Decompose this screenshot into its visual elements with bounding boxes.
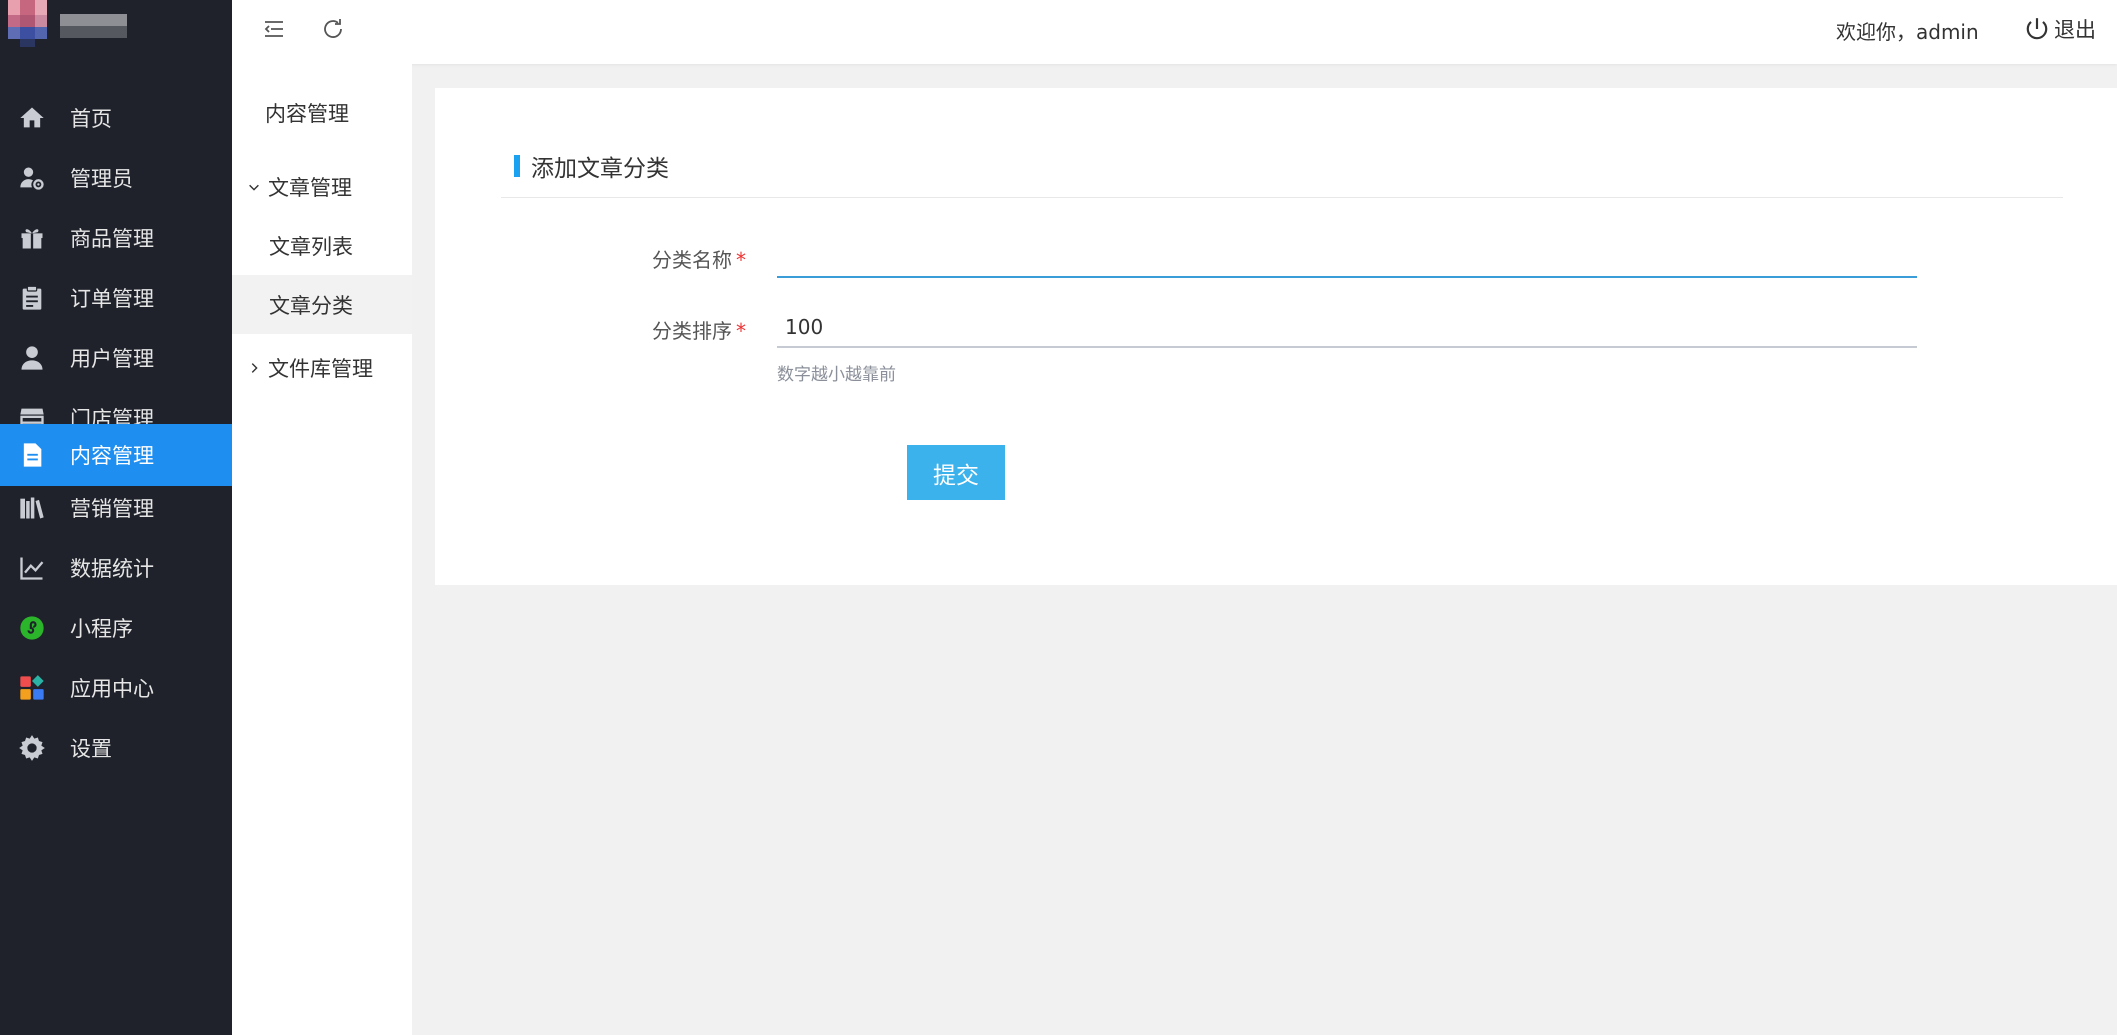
apps-icon xyxy=(17,673,47,703)
submenu-group-article[interactable]: 文章管理 xyxy=(246,172,352,202)
category-sort-label: 分类排序 * xyxy=(652,315,746,344)
title-accent-bar xyxy=(514,155,520,177)
sidebar-item-label: 订单管理 xyxy=(70,287,154,311)
sort-hint: 数字越小越靠前 xyxy=(777,365,896,385)
category-name-label: 分类名称 * xyxy=(652,244,746,273)
mini-program-icon xyxy=(17,613,47,643)
sidebar-item-orders[interactable]: 订单管理 xyxy=(0,267,232,329)
sidebar-item-label: 内容管理 xyxy=(70,444,154,468)
submenu-title: 内容管理 xyxy=(265,102,349,126)
required-mark: * xyxy=(736,248,746,272)
submit-button[interactable]: 提交 xyxy=(907,445,1005,500)
logo xyxy=(0,0,232,70)
document-icon xyxy=(17,440,47,470)
gear-icon xyxy=(17,733,47,763)
sidebar-item-label: 管理员 xyxy=(70,167,133,191)
books-icon xyxy=(17,493,47,523)
chevron-down-icon xyxy=(246,179,262,195)
top-header: 欢迎你，admin 退出 xyxy=(232,0,2117,64)
category-sort-label-text: 分类排序 xyxy=(652,319,732,343)
form-title-text: 添加文章分类 xyxy=(531,156,669,182)
submenu-item-label: 文章分类 xyxy=(269,293,353,318)
content-submenu: 内容管理 文章管理 文章列表 文章分类 文件库管理 xyxy=(232,64,412,1035)
user-icon xyxy=(17,343,47,373)
sidebar-item-admin[interactable]: 管理员 xyxy=(0,147,232,209)
welcome-text: 欢迎你，admin xyxy=(1836,20,1979,44)
sidebar-item-label: 小程序 xyxy=(70,617,133,641)
gift-icon xyxy=(17,223,47,253)
submenu-item-article-category[interactable]: 文章分类 xyxy=(232,275,412,334)
sidebar-item-label: 首页 xyxy=(70,107,112,131)
category-name-input[interactable] xyxy=(777,238,1917,278)
line-chart-icon xyxy=(17,553,47,583)
sidebar-item-home[interactable]: 首页 xyxy=(0,87,232,149)
sidebar-item-label: 设置 xyxy=(70,737,112,761)
form-card: 添加文章分类 分类名称* 分类排序* 数字越小越靠前 提交 xyxy=(435,88,2117,585)
submenu-group-label: 文章管理 xyxy=(268,176,352,200)
sidebar-item-label: 应用中心 xyxy=(70,677,154,701)
submenu-group-file-library[interactable]: 文件库管理 xyxy=(246,353,373,383)
sidebar-item-settings[interactable]: 设置 xyxy=(0,717,232,779)
sidebar-item-users[interactable]: 用户管理 xyxy=(0,327,232,389)
sidebar-item-mini-program[interactable]: 小程序 xyxy=(0,597,232,659)
sidebar-item-label: 营销管理 xyxy=(70,497,154,521)
category-name-label-text: 分类名称 xyxy=(652,248,732,272)
sidebar-item-app-center[interactable]: 应用中心 xyxy=(0,657,232,719)
category-sort-input[interactable] xyxy=(777,308,1917,348)
clipboard-icon xyxy=(17,283,47,313)
sidebar-item-label: 商品管理 xyxy=(70,227,154,251)
sidebar-item-products[interactable]: 商品管理 xyxy=(0,207,232,269)
home-icon xyxy=(17,103,47,133)
submenu-item-label: 文章列表 xyxy=(269,234,353,259)
logout-button[interactable]: 退出 xyxy=(2024,14,2096,44)
divider xyxy=(501,197,2063,198)
form-title: 添加文章分类 xyxy=(514,149,669,183)
sidebar-item-label: 数据统计 xyxy=(70,557,154,581)
sidebar-item-marketing[interactable]: 营销管理 xyxy=(0,477,232,539)
power-icon xyxy=(2024,16,2054,42)
admin-user-gear-icon xyxy=(17,163,47,193)
collapse-menu-icon[interactable] xyxy=(259,14,289,44)
submenu-group-label: 文件库管理 xyxy=(268,357,373,381)
sidebar-item-statistics[interactable]: 数据统计 xyxy=(0,537,232,599)
refresh-icon[interactable] xyxy=(318,14,348,44)
required-mark: * xyxy=(736,319,746,343)
sidebar-item-label: 用户管理 xyxy=(70,347,154,371)
chevron-right-icon xyxy=(246,360,262,376)
logout-label: 退出 xyxy=(2054,18,2096,42)
submenu-item-article-list[interactable]: 文章列表 xyxy=(232,216,412,275)
main-sidebar: 首页 管理员 商品管理 订单管理 用户管理 门店管理 内容管理 营销管理 数据统… xyxy=(0,0,232,1035)
